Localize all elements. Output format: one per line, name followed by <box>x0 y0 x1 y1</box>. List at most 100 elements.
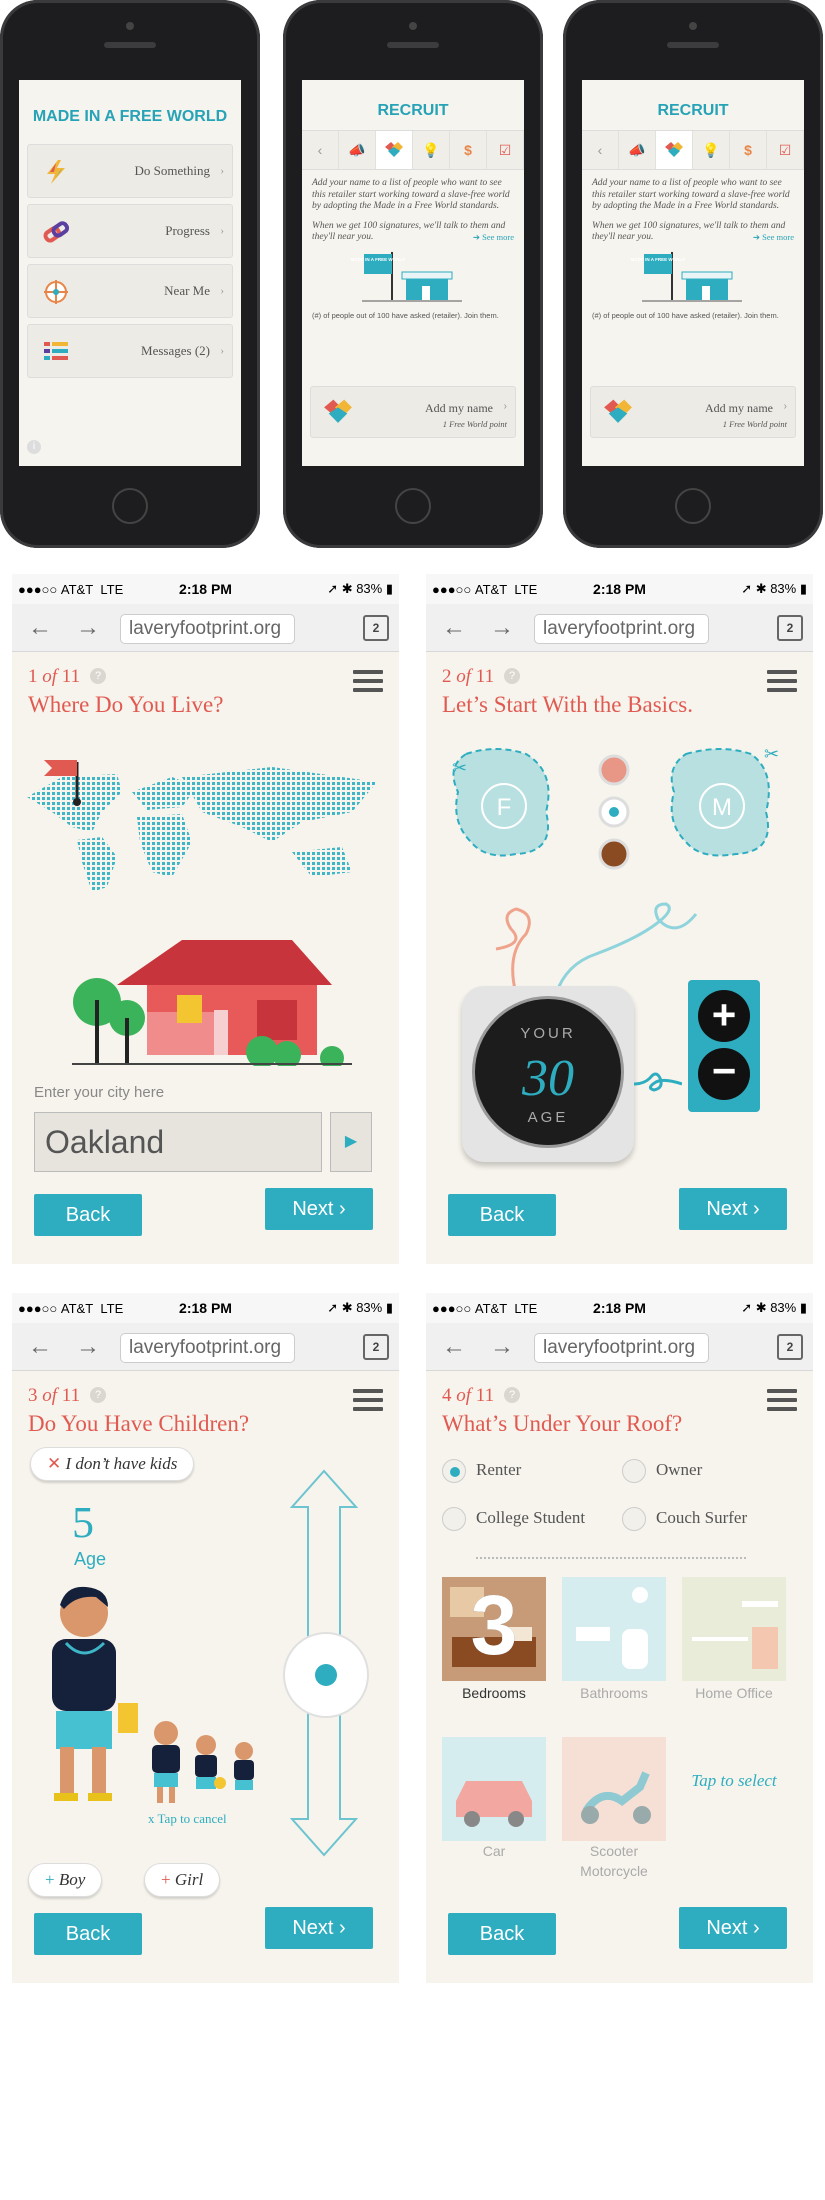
url-field[interactable]: laveryfootprint.org <box>534 1333 709 1363</box>
clock: 2:18 PM <box>593 581 646 597</box>
age-slider[interactable] <box>282 1463 392 1863</box>
chevron-left-icon[interactable]: ‹ <box>582 131 619 169</box>
scissors-icon: ✂ <box>764 744 779 764</box>
lightbulb-icon[interactable]: 💡 <box>693 131 730 169</box>
svg-text:M: M <box>712 794 732 821</box>
no-kids-button[interactable]: ✕ I don’t have kids <box>30 1447 195 1481</box>
forward-arrow-icon[interactable]: → <box>490 1333 514 1361</box>
city-input-label: Enter your city here <box>34 1084 165 1101</box>
tile-bathrooms[interactable] <box>562 1577 666 1681</box>
add-my-name-button[interactable]: Add my name › 1 Free World point <box>590 386 796 438</box>
menu-near-me[interactable]: Near Me › <box>27 264 233 318</box>
dollar-icon[interactable]: $ <box>730 131 767 169</box>
handshake-icon[interactable] <box>656 131 693 169</box>
phone-mockup-home: MADE IN A FREE WORLD Do Something › Progr… <box>0 0 260 548</box>
phone-screen: MADE IN A FREE WORLD Do Something › Progr… <box>19 80 241 466</box>
back-button[interactable]: Back <box>448 1913 556 1955</box>
radio-button <box>622 1459 646 1483</box>
back-arrow-icon[interactable]: ← <box>442 614 466 642</box>
tabs-icon[interactable]: 2 <box>363 615 389 641</box>
dollar-icon[interactable]: $ <box>450 131 487 169</box>
add-my-name-button[interactable]: Add my name › 1 Free World point <box>310 386 516 438</box>
compass-icon <box>44 280 68 304</box>
hamburger-menu-icon[interactable] <box>353 1389 383 1411</box>
browser-nav-bar: ← → laveryfootprint.org 2 <box>426 1323 813 1371</box>
back-button[interactable]: Back <box>34 1194 142 1236</box>
menu-label: Do Something <box>134 163 210 178</box>
radio-button <box>442 1507 466 1531</box>
radio-couch-surfer[interactable]: Couch Surfer <box>622 1507 747 1531</box>
storefront-illustration: MADE IN A FREE WORLD <box>631 251 742 301</box>
radio-button <box>442 1459 466 1483</box>
tap-to-cancel[interactable]: x Tap to cancel <box>148 1811 227 1827</box>
add-girl-button[interactable]: + Girl <box>144 1863 221 1897</box>
next-button[interactable]: Next › <box>679 1907 787 1949</box>
age-dial[interactable]: YOUR 30 AGE <box>462 986 634 1162</box>
back-button[interactable]: Back <box>448 1194 556 1236</box>
next-button[interactable]: Next › <box>265 1188 373 1230</box>
lightbulb-icon[interactable]: 💡 <box>413 131 450 169</box>
minus-icon[interactable]: − <box>698 1048 750 1100</box>
info-icon[interactable]: i <box>27 440 41 454</box>
see-more-link[interactable]: ➔ See more <box>753 232 794 244</box>
chevron-left-icon[interactable]: ‹ <box>302 131 339 169</box>
radio-owner[interactable]: Owner <box>622 1459 702 1483</box>
url-field[interactable]: laveryfootprint.org <box>120 614 295 644</box>
help-icon[interactable]: ? <box>504 1387 521 1403</box>
next-button[interactable]: Next › <box>265 1907 373 1949</box>
help-icon[interactable]: ? <box>90 1387 107 1403</box>
menu-do-something[interactable]: Do Something › <box>27 144 233 198</box>
tabs-icon[interactable]: 2 <box>777 1334 803 1360</box>
tabs-icon[interactable]: 2 <box>363 1334 389 1360</box>
checklist-icon[interactable]: ☑ <box>767 131 804 169</box>
menu-messages[interactable]: Messages (2) › <box>27 324 233 378</box>
clock: 2:18 PM <box>179 1300 232 1316</box>
add-boy-button[interactable]: + Boy <box>28 1863 103 1897</box>
flag-text: MADE IN A FREE WORLD <box>351 257 406 262</box>
city-submit-button[interactable]: ▶ <box>330 1112 372 1172</box>
tile-car[interactable] <box>442 1737 546 1841</box>
back-arrow-icon[interactable]: ← <box>28 614 52 642</box>
plus-icon[interactable]: + <box>698 990 750 1042</box>
radio-renter[interactable]: Renter <box>442 1459 521 1483</box>
back-arrow-icon[interactable]: ← <box>442 1333 466 1361</box>
tile-home-office[interactable] <box>682 1577 786 1681</box>
radio-college-student[interactable]: College Student <box>442 1507 585 1531</box>
tabs-icon[interactable]: 2 <box>777 615 803 641</box>
age-stepper: + − <box>688 980 760 1112</box>
chain-link-icon <box>43 221 70 243</box>
step-indicator: 3 of 11? <box>28 1385 107 1407</box>
megaphone-icon[interactable]: 📣 <box>619 131 656 169</box>
tile-scooter[interactable] <box>562 1737 666 1841</box>
checklist-icon[interactable]: ☑ <box>487 131 524 169</box>
url-field[interactable]: laveryfootprint.org <box>534 614 709 644</box>
hamburger-menu-icon[interactable] <box>767 670 797 692</box>
forward-arrow-icon[interactable]: → <box>76 1333 100 1361</box>
recruit-title: RECRUIT <box>657 102 729 119</box>
city-input[interactable]: Oakland <box>34 1112 322 1172</box>
see-more-link[interactable]: ➔ See more <box>473 232 514 244</box>
help-icon[interactable]: ? <box>90 668 107 684</box>
hamburger-menu-icon[interactable] <box>353 670 383 692</box>
back-arrow-icon[interactable]: ← <box>28 1333 52 1361</box>
forward-arrow-icon[interactable]: → <box>76 614 100 642</box>
status-bar: ●●●○○ AT&T LTE 2:18 PM ➚ ✱ 83% ▮ <box>12 574 399 604</box>
handshake-icon[interactable] <box>376 131 413 169</box>
url-field[interactable]: laveryfootprint.org <box>120 1333 295 1363</box>
next-button[interactable]: Next › <box>679 1188 787 1230</box>
child-figure-1 <box>152 1721 180 1803</box>
tile-bedrooms[interactable]: 3 <box>442 1577 546 1681</box>
gender-select-illustration: F M ✂ ✂ <box>452 744 779 870</box>
hamburger-menu-icon[interactable] <box>767 1389 797 1411</box>
panel-step-1: ●●●○○ AT&T LTE 2:18 PM ➚ ✱ 83% ▮ ← → lav… <box>12 574 399 1264</box>
help-icon[interactable]: ? <box>504 668 521 684</box>
menu-progress[interactable]: Progress › <box>27 204 233 258</box>
radio-button <box>622 1507 646 1531</box>
recruit-icon-bar: ‹ 📣 💡 $ ☑ <box>302 130 524 170</box>
panel-step-2: ●●●○○ AT&T LTE 2:18 PM ➚ ✱ 83% ▮ ← → lav… <box>426 574 813 1264</box>
camera <box>689 22 697 30</box>
menu-label: Messages (2) <box>141 343 210 358</box>
back-button[interactable]: Back <box>34 1913 142 1955</box>
forward-arrow-icon[interactable]: → <box>490 614 514 642</box>
megaphone-icon[interactable]: 📣 <box>339 131 376 169</box>
